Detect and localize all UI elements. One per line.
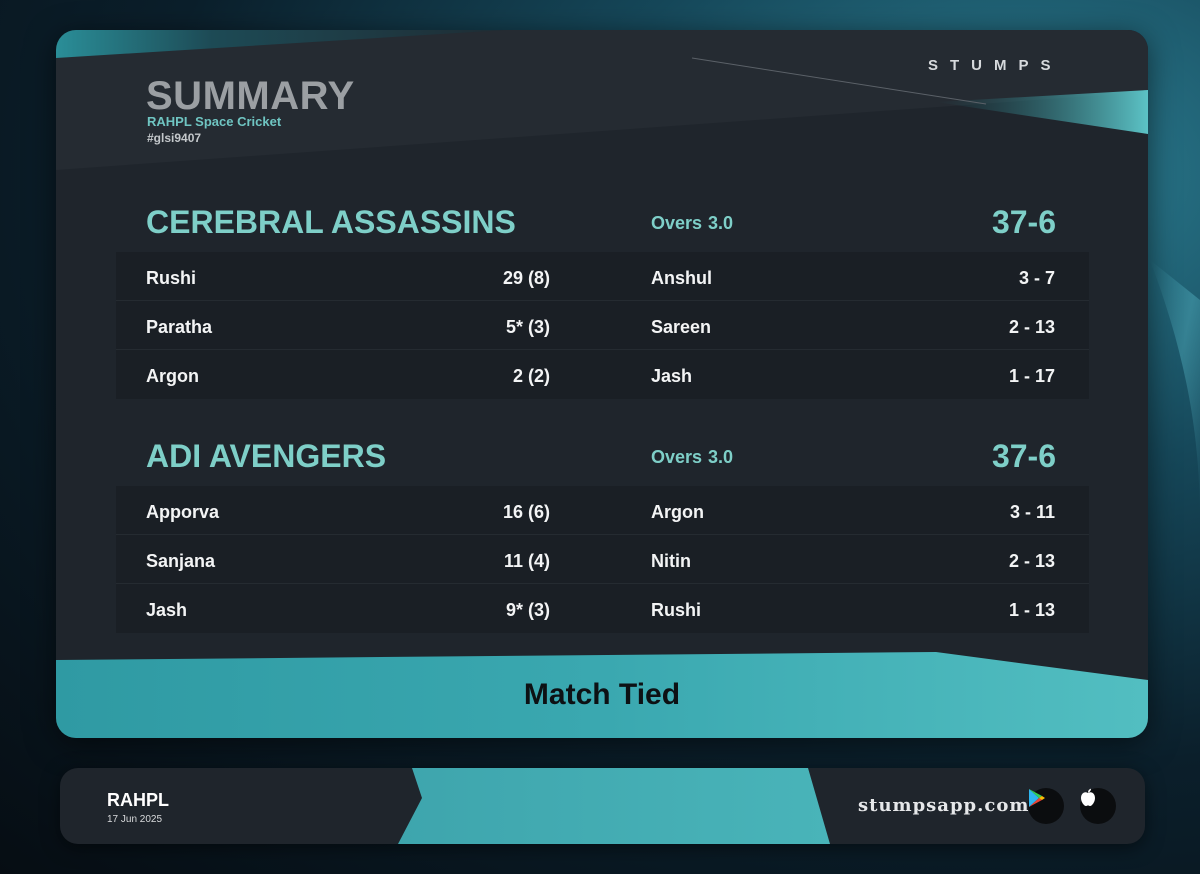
table-row: Rushi 29 (8) Anshul 3 - 7	[116, 252, 1089, 301]
batter-name: Apporva	[146, 502, 220, 522]
batter-score: 16 (6)	[502, 502, 550, 522]
batter-name: Sanjana	[146, 551, 216, 571]
team-name: CEREBRAL ASSASSINS	[146, 204, 516, 240]
overs-info: Overs 3.0	[651, 213, 733, 234]
table-row: Argon 2 (2) Jash 1 - 17	[116, 350, 1089, 399]
google-play-button[interactable]	[1028, 788, 1064, 824]
team-score: 37-6	[991, 438, 1056, 474]
overs-value: 3.0	[708, 447, 734, 467]
tournament-name: RAHPL Space Cricket	[147, 114, 282, 129]
batter-name: Rushi	[146, 268, 197, 288]
match-result: Match Tied	[523, 678, 681, 711]
batter-name: Argon	[146, 366, 199, 386]
bowler-figures: 1 - 17	[1008, 366, 1055, 386]
league-name: RAHPL	[107, 790, 169, 810]
batter-name: Paratha	[146, 317, 213, 337]
batter-score: 5* (3)	[505, 317, 550, 337]
website-link[interactable]: stumpsapp.com	[858, 795, 1029, 816]
team-name: ADI AVENGERS	[146, 438, 387, 474]
batter-score: 2 (2)	[512, 366, 550, 386]
team-score: 37-6	[991, 204, 1056, 240]
bowler-figures: 2 - 13	[1008, 317, 1055, 337]
page-title: SUMMARY	[146, 74, 355, 118]
innings-table: Rushi 29 (8) Anshul 3 - 7 Paratha 5* (3)…	[116, 252, 1089, 399]
table-row: Jash 9* (3) Rushi 1 - 13	[116, 584, 1089, 633]
table-row: Paratha 5* (3) Sareen 2 - 13	[116, 301, 1089, 350]
match-id: #glsi9407	[147, 131, 202, 145]
batter-score: 11 (4)	[503, 551, 550, 571]
bowler-figures: 1 - 13	[1008, 600, 1055, 620]
summary-card: SUMMARY RAHPL Space Cricket #glsi9407 ST…	[56, 30, 1148, 738]
innings-header: ADI AVENGERS Overs 3.0 37-6	[146, 438, 1056, 478]
bowler-name: Sareen	[651, 317, 712, 337]
overs-info: Overs 3.0	[651, 447, 733, 468]
bowler-name: Rushi	[651, 600, 702, 620]
bowler-figures: 3 - 11	[1009, 502, 1055, 522]
bowler-name: Argon	[651, 502, 704, 522]
bowler-figures: 2 - 13	[1008, 551, 1055, 571]
app-store-button[interactable]	[1080, 788, 1116, 824]
batter-name: Jash	[146, 600, 188, 620]
bowler-name: Anshul	[651, 268, 712, 288]
match-date: 17 Jun 2025	[107, 814, 163, 825]
batter-score: 29 (8)	[502, 268, 550, 288]
batter-score: 9* (3)	[505, 600, 550, 620]
innings-header: CEREBRAL ASSASSINS Overs 3.0 37-6	[146, 204, 1056, 244]
google-play-icon	[1029, 789, 1045, 807]
apple-icon	[1081, 788, 1095, 806]
bowler-name: Nitin	[651, 551, 691, 571]
table-row: Apporva 16 (6) Argon 3 - 11	[116, 486, 1089, 535]
overs-label: Overs	[651, 213, 703, 233]
innings-table: Apporva 16 (6) Argon 3 - 11 Sanjana 11 (…	[116, 486, 1089, 633]
overs-label: Overs	[651, 447, 703, 467]
bowler-name: Jash	[651, 366, 693, 386]
brand-logo-text: STUMPS	[928, 57, 1063, 74]
bowler-figures: 3 - 7	[1018, 268, 1055, 288]
overs-value: 3.0	[708, 213, 734, 233]
table-row: Sanjana 11 (4) Nitin 2 - 13	[116, 535, 1089, 584]
footer-bar: RAHPL 17 Jun 2025 stumpsapp.com	[60, 768, 1145, 844]
